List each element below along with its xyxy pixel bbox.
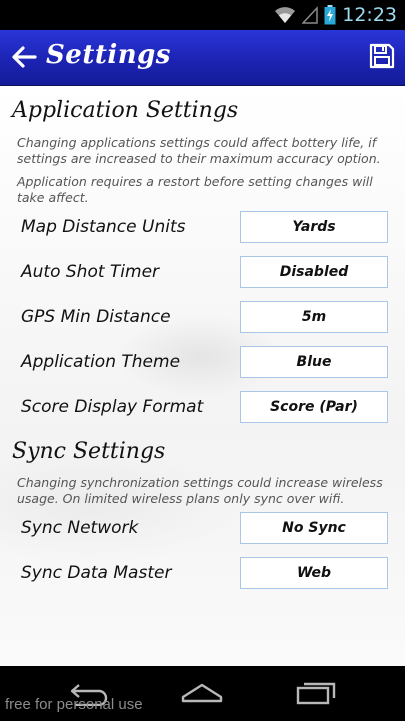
label-gps-min-distance: GPS Min Distance: [21, 307, 171, 327]
label-sync-network: Sync Network: [21, 518, 139, 538]
label-sync-data-master: Sync Data Master: [21, 563, 172, 583]
label-auto-shot-timer: Auto Shot Timer: [21, 262, 160, 282]
status-time: 12:23: [342, 4, 397, 26]
wifi-icon: [275, 7, 296, 23]
watermark-text: free for personal use: [5, 696, 143, 713]
score-display-format-button[interactable]: Score (Par): [240, 391, 388, 423]
application-description-battery: Changing applications settings could aff…: [17, 135, 381, 166]
back-arrow-icon[interactable]: [10, 43, 38, 71]
gps-min-distance-button[interactable]: 5m: [240, 301, 388, 333]
application-description-restart: Application requires a restort before se…: [17, 174, 373, 205]
battery-charging-icon: [324, 5, 336, 25]
application-theme-button[interactable]: Blue: [240, 346, 388, 378]
save-icon[interactable]: [369, 43, 395, 69]
sync-data-master-button[interactable]: Web: [240, 557, 388, 589]
auto-shot-timer-button[interactable]: Disabled: [240, 256, 388, 288]
page-title: Settings: [46, 40, 171, 70]
sync-network-button[interactable]: No Sync: [240, 512, 388, 544]
status-bar: 12:23: [0, 0, 405, 30]
home-nav-icon[interactable]: [180, 680, 224, 706]
status-icons: 12:23: [274, 3, 397, 27]
label-application-theme: Application Theme: [21, 352, 181, 372]
section-title-application: Application Settings: [12, 98, 239, 123]
label-map-distance-units: Map Distance Units: [21, 217, 186, 237]
sync-description: Changing synchronization settings could …: [17, 475, 383, 506]
recents-nav-icon[interactable]: [295, 680, 337, 706]
settings-content[interactable]: Application Settings Changing applicatio…: [0, 86, 405, 666]
signal-icon: [302, 6, 318, 24]
section-title-sync: Sync Settings: [12, 439, 166, 464]
map-distance-units-button[interactable]: Yards: [240, 211, 388, 243]
app-bar: Settings: [0, 30, 405, 86]
label-score-display-format: Score Display Format: [21, 397, 204, 417]
